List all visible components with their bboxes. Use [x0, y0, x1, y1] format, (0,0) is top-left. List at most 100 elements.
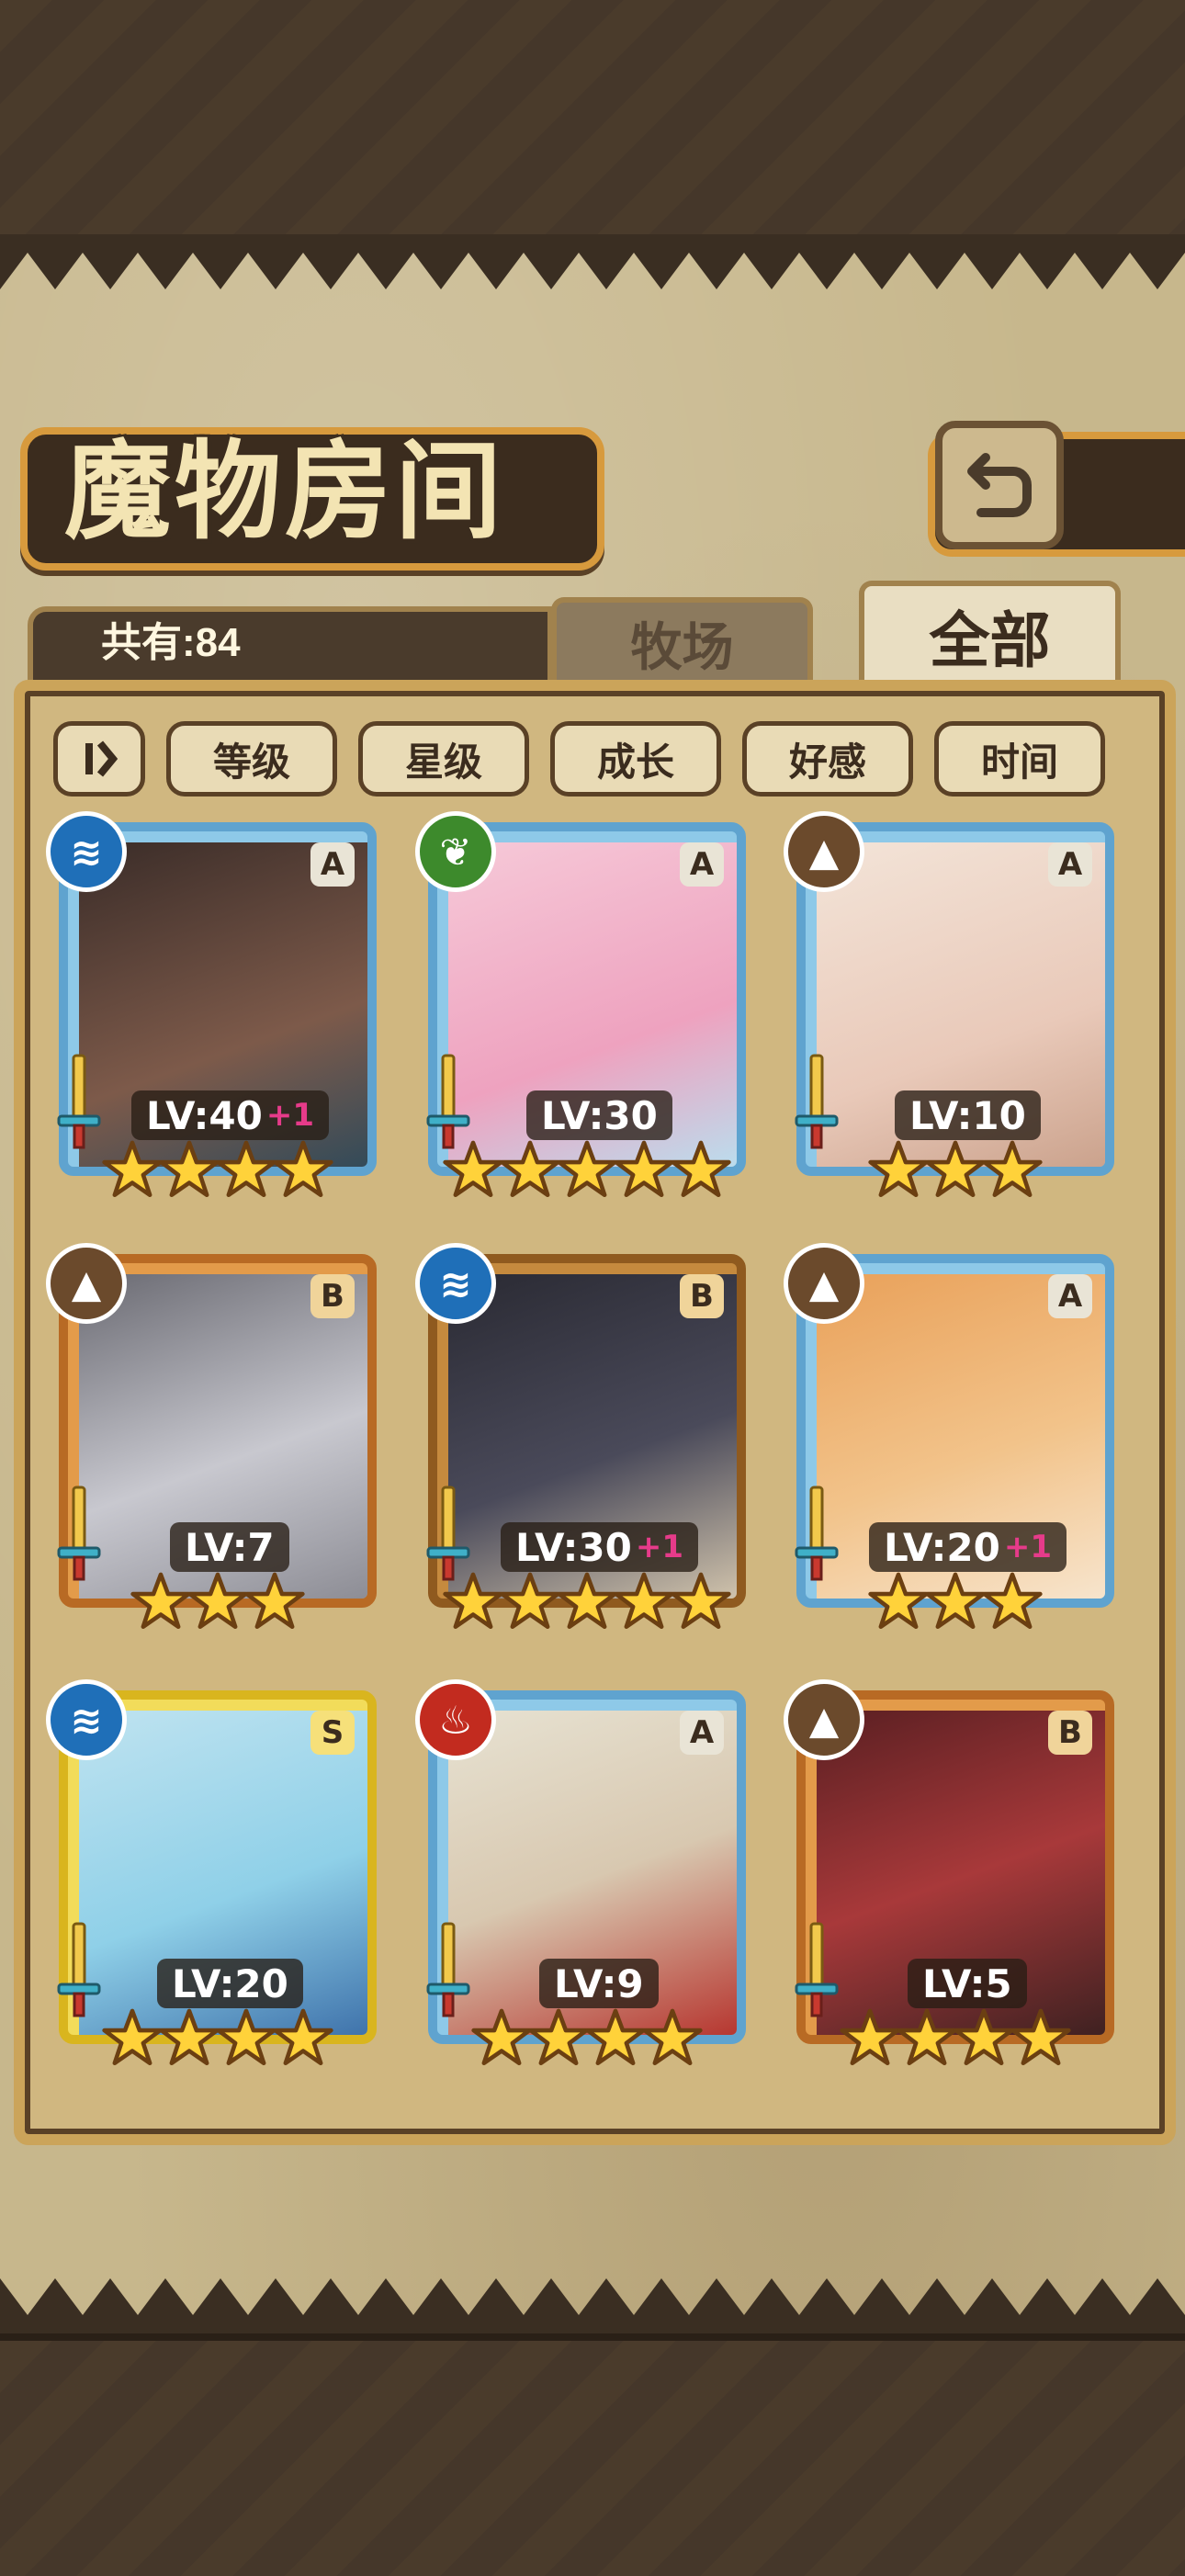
- star-icon: [614, 1140, 674, 1198]
- star-icon: [925, 1140, 986, 1198]
- filter-affinity-button[interactable]: 好感: [742, 721, 913, 797]
- star-icon: [244, 1572, 305, 1630]
- rank-badge: A: [1048, 842, 1092, 887]
- star-icon: [500, 1572, 560, 1630]
- bottom-zigzag-edge: [0, 2278, 1185, 2333]
- filter-growth-button[interactable]: 成长: [550, 721, 721, 797]
- monster-card[interactable]: A ≋ LV:40 +1: [46, 811, 389, 1226]
- monster-card[interactable]: A ▲ LV:10: [784, 811, 1127, 1226]
- star-rating: [46, 1133, 389, 1206]
- star-rating: [415, 1565, 759, 1638]
- monster-card[interactable]: A ▲ LV:20 +1: [784, 1243, 1127, 1658]
- water-element-icon: ≋: [415, 1243, 496, 1324]
- level-value: LV:30: [541, 1092, 658, 1138]
- star-icon: [840, 2008, 900, 2066]
- earth-element-icon: ▲: [784, 1679, 864, 1760]
- star-icon: [585, 2008, 646, 2066]
- monster-card[interactable]: B ≋ LV:30 +1: [415, 1243, 759, 1658]
- star-rating: [784, 1133, 1127, 1206]
- star-icon: [925, 1572, 986, 1630]
- star-icon: [500, 1140, 560, 1198]
- star-icon: [614, 1572, 674, 1630]
- sort-toggle-button[interactable]: [53, 721, 145, 797]
- star-icon: [216, 1140, 276, 1198]
- level-value: LV:10: [909, 1092, 1026, 1138]
- level-value: LV:20: [172, 1960, 288, 2006]
- rank-badge: B: [1048, 1711, 1092, 1755]
- rank-badge: B: [310, 1274, 355, 1318]
- star-rating: [784, 2001, 1127, 2074]
- star-icon: [868, 1140, 929, 1198]
- star-icon: [471, 2008, 532, 2066]
- level-value: LV:9: [554, 1960, 644, 2006]
- level-value: LV:5: [922, 1960, 1012, 2006]
- monster-card[interactable]: B ▲ LV:5: [784, 1679, 1127, 2095]
- monster-card[interactable]: S ≋ LV:20: [46, 1679, 389, 2095]
- bottom-border-band: [0, 2333, 1185, 2576]
- level-value: LV:40: [146, 1092, 263, 1138]
- star-rating: [415, 2001, 759, 2074]
- tab-ranch[interactable]: 牧场: [551, 597, 813, 684]
- top-border-band: [0, 0, 1185, 242]
- water-element-icon: ≋: [46, 1679, 127, 1760]
- earth-element-icon: ▲: [784, 811, 864, 892]
- tab-all[interactable]: 全部: [859, 581, 1121, 684]
- star-icon: [528, 2008, 589, 2066]
- level-bonus: +1: [265, 1097, 314, 1134]
- wood-element-icon: ❦: [415, 811, 496, 892]
- star-icon: [671, 1140, 731, 1198]
- star-icon: [130, 1572, 191, 1630]
- star-icon: [159, 2008, 220, 2066]
- monster-count: 共有:84: [101, 620, 241, 665]
- filter-time-button[interactable]: 时间: [934, 721, 1105, 797]
- rank-badge: A: [310, 842, 355, 887]
- star-icon: [982, 1140, 1043, 1198]
- star-icon: [443, 1572, 503, 1630]
- rank-badge: A: [680, 842, 724, 887]
- earth-element-icon: ▲: [784, 1243, 864, 1324]
- star-icon: [868, 1572, 929, 1630]
- rank-badge: A: [1048, 1274, 1092, 1318]
- fire-element-icon: ♨: [415, 1679, 496, 1760]
- monster-card[interactable]: A ♨ LV:9: [415, 1679, 759, 2095]
- star-rating: [784, 1565, 1127, 1638]
- rank-badge: A: [680, 1711, 724, 1755]
- star-icon: [102, 1140, 163, 1198]
- back-button[interactable]: [935, 421, 1064, 549]
- water-element-icon: ≋: [46, 811, 127, 892]
- star-icon: [443, 1140, 503, 1198]
- star-icon: [642, 2008, 703, 2066]
- filter-level-button[interactable]: 等级: [166, 721, 337, 797]
- page-title: 魔物房间: [64, 429, 505, 554]
- star-icon: [187, 1572, 248, 1630]
- back-arrow-icon: [967, 453, 1032, 517]
- level-bonus: +1: [1003, 1529, 1052, 1565]
- monster-card[interactable]: B ▲ LV:7: [46, 1243, 389, 1658]
- star-icon: [102, 2008, 163, 2066]
- star-rating: [415, 1133, 759, 1206]
- top-zigzag-edge: [0, 234, 1185, 289]
- star-icon: [954, 2008, 1014, 2066]
- sort-toggle-icon: [85, 740, 118, 777]
- star-icon: [1010, 2008, 1071, 2066]
- rank-badge: S: [310, 1711, 355, 1755]
- earth-element-icon: ▲: [46, 1243, 127, 1324]
- level-value: LV:20: [884, 1524, 1000, 1570]
- star-icon: [159, 1140, 220, 1198]
- star-icon: [557, 1572, 617, 1630]
- level-value: LV:30: [515, 1524, 632, 1570]
- rank-badge: B: [680, 1274, 724, 1318]
- star-rating: [46, 1565, 389, 1638]
- star-icon: [557, 1140, 617, 1198]
- star-icon: [273, 1140, 333, 1198]
- star-icon: [982, 1572, 1043, 1630]
- star-icon: [216, 2008, 276, 2066]
- star-icon: [671, 1572, 731, 1630]
- monster-card[interactable]: A ❦ LV:30: [415, 811, 759, 1226]
- star-icon: [897, 2008, 957, 2066]
- level-bonus: +1: [635, 1529, 683, 1565]
- star-icon: [273, 2008, 333, 2066]
- filter-star-button[interactable]: 星级: [358, 721, 529, 797]
- level-value: LV:7: [185, 1524, 275, 1570]
- star-rating: [46, 2001, 389, 2074]
